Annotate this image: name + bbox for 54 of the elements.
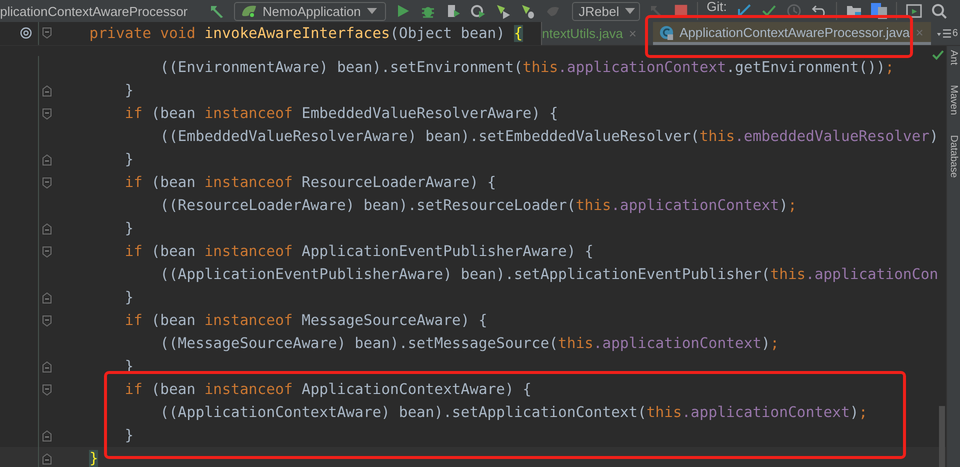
editor-tab[interactable]: ntextUtils.java × (542, 22, 645, 45)
fold-icon[interactable] (42, 384, 52, 396)
code-line: ((EnvironmentAware) bean).setEnvironment(this.applicationContext.getEnvironment()); (159, 59, 894, 76)
code-line: } (124, 289, 134, 306)
class-icon (658, 24, 674, 40)
tab-overflow-button[interactable]: 6 (937, 22, 958, 45)
code-line: ((ResourceLoaderAware) bean).setResourceLoader(this.applicationContext); (159, 197, 797, 214)
run-window-icon[interactable] (906, 3, 922, 19)
jrebel-dropdown[interactable]: JRebel (572, 2, 640, 20)
code-line: if (bean instanceof ResourceLoaderAware) { (124, 174, 496, 191)
jrebel-run-icon[interactable] (494, 3, 511, 19)
code-line: ((ApplicationEventPublisherAware) bean).setApplicationEventPublisher(this.applicationCon (159, 266, 938, 283)
fold-icon[interactable] (42, 223, 52, 235)
side-panel-tab[interactable]: Ant (948, 50, 959, 66)
caret-icon (366, 8, 377, 14)
code-line: ((ApplicationContextAware) bean).setApplicationContext(this.applicationContext); (159, 404, 868, 421)
jrebel-debug-icon[interactable] (520, 3, 536, 19)
profiler-icon[interactable] (470, 3, 486, 19)
fold-icon[interactable] (42, 430, 52, 442)
code-line: ((MessageSourceAware) bean).setMessageSource(this.applicationContext); (159, 335, 780, 352)
search-icon[interactable] (930, 3, 947, 19)
fold-icon[interactable] (42, 361, 52, 373)
code-line: } (124, 82, 134, 99)
spring-leaf-icon (240, 3, 257, 19)
code-line: } (124, 151, 134, 168)
code-line: } (124, 220, 134, 237)
annotation-icon (20, 27, 32, 39)
run-configuration-dropdown[interactable]: NemoApplication (234, 2, 386, 20)
git-label: Git: (706, 0, 727, 14)
scrollbar-thumb[interactable] (939, 406, 945, 467)
code-line: if (bean instanceof EmbeddedValueResolverAware) { (124, 105, 558, 122)
code-line: if (bean instanceof MessageSourceAware) { (124, 312, 488, 329)
fold-icon[interactable] (42, 292, 52, 304)
list-icon (937, 28, 952, 38)
code-line: ((EmbeddedValueResolverAware) bean).setEmbeddedValueResolver(this.embeddedValueResolver) (159, 128, 938, 145)
fold-icon[interactable] (42, 453, 52, 465)
translate-icon[interactable] (870, 3, 887, 19)
code-line: } (124, 427, 134, 444)
checkmark-icon (932, 50, 944, 60)
fold-icon[interactable] (42, 154, 52, 166)
side-panel-tab[interactable]: Maven (948, 85, 959, 116)
code-line: private void invokeAwareInterfaces(Object bean) { (88, 25, 523, 42)
fold-icon[interactable] (42, 27, 52, 39)
code-line: if (bean instanceof ApplicationContextAware) { (124, 381, 532, 398)
editor-tab[interactable]: ApplicationContextAwareProcessor.java × (652, 22, 932, 45)
side-panel-tab[interactable]: Database (948, 135, 959, 178)
code-line: if (bean instanceof ApplicationEventPublisherAware) { (124, 243, 594, 260)
fold-icon[interactable] (42, 177, 52, 189)
fold-icon[interactable] (42, 108, 52, 120)
caret-icon (625, 8, 636, 14)
fold-icon[interactable] (42, 315, 52, 327)
file-title: plicationContextAwareProcessor (0, 4, 188, 18)
fold-icon[interactable] (42, 85, 52, 97)
fold-icon[interactable] (42, 246, 52, 258)
